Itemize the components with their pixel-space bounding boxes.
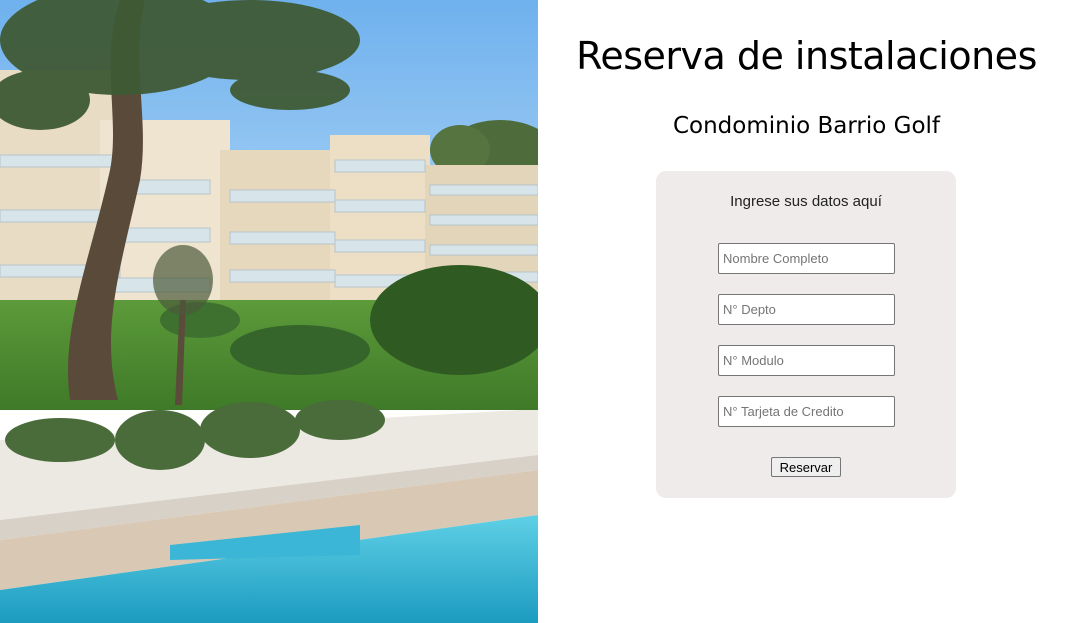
apartment-number-input[interactable] bbox=[718, 294, 895, 325]
condominium-pool-image bbox=[0, 0, 538, 623]
form-heading: Ingrese sus datos aquí bbox=[730, 193, 882, 210]
page-subtitle: Condominio Barrio Golf bbox=[672, 113, 941, 139]
page: Reserva de instalaciones Condominio Barr… bbox=[0, 0, 1075, 623]
reservation-panel: Reserva de instalaciones Condominio Barr… bbox=[538, 0, 1075, 623]
reservation-form: Ingrese sus datos aquí Reservar bbox=[656, 171, 956, 498]
module-number-input[interactable] bbox=[718, 345, 895, 376]
full-name-input[interactable] bbox=[718, 243, 895, 274]
reserve-button[interactable]: Reservar bbox=[771, 457, 841, 477]
credit-card-input[interactable] bbox=[718, 396, 895, 427]
page-title: Reserva de instalaciones bbox=[576, 34, 1037, 78]
condominium-photo bbox=[0, 0, 538, 623]
